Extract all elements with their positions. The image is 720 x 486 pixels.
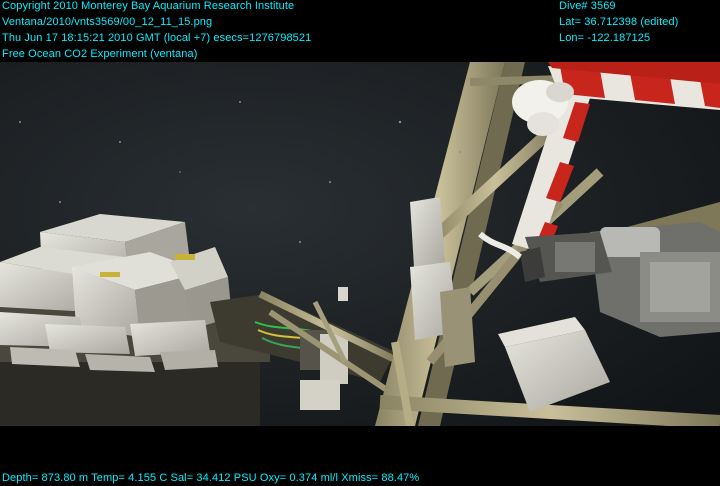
overlay-experiment: Free Ocean CO2 Experiment (ventana) <box>2 48 198 60</box>
overlay-longitude: Lon= -122.187125 <box>559 32 651 44</box>
overlay-sensor-readout: Depth= 873.80 m Temp= 4.155 C Sal= 34.41… <box>2 472 420 484</box>
overlay-copyright: Copyright 2010 Monterey Bay Aquarium Res… <box>2 0 295 12</box>
overlay-latitude: Lat= 36.712398 (edited) <box>559 16 679 28</box>
overlay-top-right: Dive# 3569 Lat= 36.712398 (edited) Lon= … <box>559 0 678 46</box>
video-frame: Copyright 2010 Monterey Bay Aquarium Res… <box>0 0 720 486</box>
overlay-timestamp: Thu Jun 17 18:15:21 2010 GMT (local +7) … <box>2 32 312 44</box>
underwater-scene <box>0 62 720 426</box>
overlay-top-left: Copyright 2010 Monterey Bay Aquarium Res… <box>2 0 311 62</box>
overlay-dive-number: Dive# 3569 <box>559 0 616 12</box>
overlay-filename: Ventana/2010/vnts3569/00_12_11_15.png <box>2 16 213 28</box>
